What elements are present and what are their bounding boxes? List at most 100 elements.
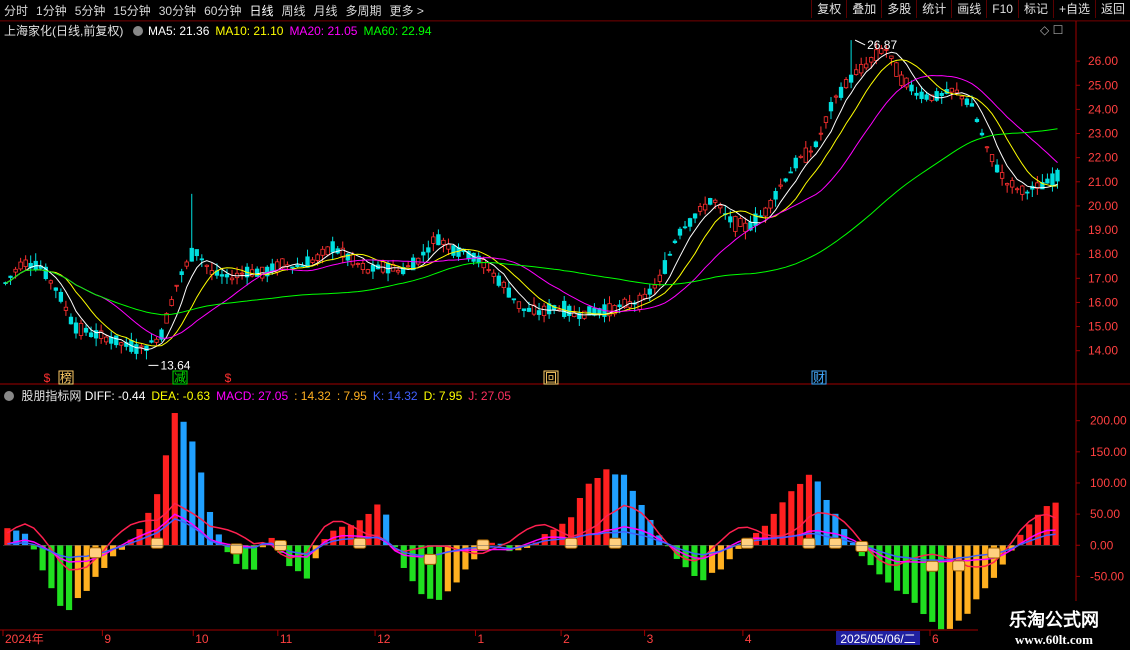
candle-body <box>486 269 491 271</box>
macd-bar <box>400 545 407 568</box>
candle-body <box>713 199 718 203</box>
event-marker-5: 财 <box>813 371 825 385</box>
candle-body <box>738 218 743 227</box>
candle-body <box>149 340 154 343</box>
candle-body <box>562 300 567 318</box>
macd-bar <box>180 421 187 546</box>
candle-body <box>18 261 23 270</box>
ma-line-MA20 <box>5 74 1058 339</box>
candle-body <box>526 307 532 312</box>
macd-bar <box>488 542 495 546</box>
candle-body <box>823 116 829 123</box>
candle-body <box>763 207 768 217</box>
event-marker-4: 回 <box>545 371 557 385</box>
candle-body <box>521 308 527 311</box>
ma-legend-item-1: MA10: 21.10 <box>215 24 284 38</box>
macd-bar <box>242 545 249 570</box>
candle-body <box>370 264 376 272</box>
candle-body <box>295 264 300 268</box>
candle-body <box>506 287 512 298</box>
signal-tag-icon <box>740 537 754 549</box>
candle-body <box>320 248 325 256</box>
indicator-legend-item-0: DIFF: -0.44 <box>84 389 146 403</box>
watermark-title: 乐淘公式网 <box>1009 610 1099 631</box>
candle-body <box>697 206 703 212</box>
candle-body <box>657 274 663 282</box>
macd-bar <box>964 545 971 614</box>
macd-bar <box>101 545 108 568</box>
signal-tag-icon <box>273 540 287 552</box>
candle-body <box>808 150 814 153</box>
price-tick-label-1: 15.00 <box>1088 320 1118 334</box>
price-tick-label-11: 25.00 <box>1088 78 1118 92</box>
candle-body <box>909 84 914 92</box>
candle-body <box>169 299 174 306</box>
candle-body <box>219 274 225 277</box>
indicator-tick-label-1: -50.00 <box>1090 569 1124 583</box>
signal-tag-icon <box>423 553 437 565</box>
macd-bar <box>65 545 73 611</box>
macd-bar <box>576 497 584 546</box>
high-pointer <box>854 39 866 46</box>
stock-title[interactable]: 上海家化(日线,前复权) <box>4 24 123 38</box>
candle-body <box>798 155 803 158</box>
time-tick-label-1: 9 <box>104 632 111 646</box>
macd-bar <box>594 478 601 546</box>
indicator-name[interactable]: 股朋指标网 <box>21 389 81 403</box>
candle-body <box>1020 185 1025 195</box>
macd-bar <box>541 534 548 546</box>
signal-tag-icon <box>987 547 1001 559</box>
box-icon[interactable]: ☐ <box>1053 23 1064 37</box>
candle-body <box>501 281 506 288</box>
macd-bar <box>717 545 724 570</box>
candle-body <box>541 305 547 316</box>
candle-body <box>718 205 723 209</box>
candle-body <box>73 322 79 334</box>
macd-bar <box>1052 502 1059 546</box>
ma-legend-item-0: MA5: 21.36 <box>148 24 210 38</box>
ma-line-MA60 <box>5 128 1058 316</box>
time-tick-label-2: 10 <box>195 632 209 646</box>
candle-body <box>290 266 295 269</box>
candle-body <box>999 172 1005 179</box>
candle-body <box>672 240 678 244</box>
candle-body <box>687 218 693 227</box>
candle-body <box>255 268 260 277</box>
macd-bar <box>938 545 945 630</box>
candle-body <box>702 203 708 211</box>
candle-body <box>330 241 335 253</box>
candle-body <box>239 272 245 275</box>
candle-body <box>134 344 139 354</box>
candle-body <box>949 87 954 93</box>
time-tick-label-4: 12 <box>377 632 391 646</box>
signal-tag-icon <box>855 541 869 553</box>
candle-body <box>652 284 657 289</box>
signal-tag-icon <box>802 537 816 549</box>
candle-body <box>406 265 411 268</box>
candle-body <box>813 141 819 148</box>
ma-line-MA5 <box>5 51 1058 351</box>
price-tick-label-9: 23.00 <box>1088 127 1118 141</box>
candle-body <box>692 213 698 219</box>
indicator-header: 股朋指标网 DIFF: -0.44 DEA: -0.63 MACD: 27.05: … <box>4 387 517 404</box>
candle-body <box>924 94 929 100</box>
candle-body <box>773 191 778 200</box>
indicator-legend-item-2: MACD: 27.05 <box>216 389 289 403</box>
candle-body <box>481 259 486 269</box>
settings-circle-icon[interactable] <box>4 391 14 401</box>
candle-body <box>1015 188 1020 191</box>
macd-bar <box>1043 506 1050 546</box>
candle-body <box>587 306 592 316</box>
candle-body <box>365 269 371 274</box>
candle-body <box>959 95 965 100</box>
diamond-icon[interactable]: ◇ <box>1040 23 1049 37</box>
settings-circle-icon[interactable] <box>132 26 143 36</box>
candle-body <box>496 275 501 286</box>
macd-bar <box>418 545 425 595</box>
candle-body <box>919 91 924 99</box>
candle-body <box>63 306 69 311</box>
candle-body <box>204 264 210 267</box>
watermark-url: www.60lt.com <box>1015 632 1093 647</box>
chart-canvas[interactable]: 14.0015.0016.0017.0018.0019.0020.0021.00… <box>0 0 1130 650</box>
candle-body <box>708 198 713 205</box>
